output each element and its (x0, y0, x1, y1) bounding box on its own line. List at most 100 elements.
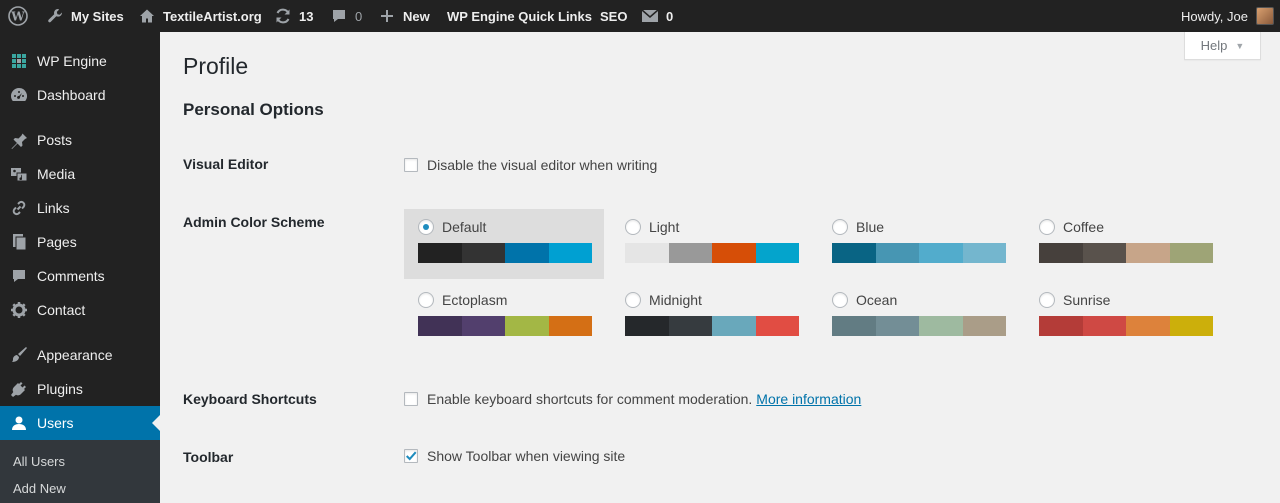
keyboard-shortcuts-checkbox[interactable] (404, 392, 418, 406)
my-sites-menu[interactable]: My Sites (45, 0, 124, 32)
messages-menu[interactable]: 0 (640, 0, 673, 32)
color-scheme-sunrise[interactable]: Sunrise (1025, 282, 1225, 352)
sidebar-item-pages[interactable]: Pages (0, 225, 160, 259)
howdy-label: Howdy, Joe (1181, 8, 1248, 24)
sidebar-item-label: Media (37, 166, 76, 182)
color-swatch (919, 316, 963, 336)
site-name-label: TextileArtist.org (163, 8, 262, 24)
comment-bubble-icon (329, 6, 349, 26)
color-swatch (962, 316, 1006, 336)
keyboard-shortcuts-label: Keyboard Shortcuts (183, 391, 317, 407)
sidebar-item-plugins[interactable]: Plugins (0, 372, 160, 406)
radio-coffee[interactable] (1039, 219, 1055, 235)
account-menu[interactable]: Howdy, Joe (1181, 0, 1274, 32)
sidebar-item-contact[interactable]: Contact (0, 293, 160, 327)
color-swatch (1169, 243, 1213, 263)
plus-icon (377, 6, 397, 26)
color-swatch (712, 316, 756, 336)
wordpress-logo-menu[interactable]: W (8, 0, 28, 32)
envelope-icon (640, 6, 660, 26)
visual-editor-option[interactable]: Disable the visual editor when writing (404, 157, 657, 173)
color-scheme-ectoplasm[interactable]: Ectoplasm (404, 282, 604, 352)
scheme-name: Coffee (1063, 219, 1104, 235)
toolbar-option[interactable]: Show Toolbar when viewing site (404, 448, 625, 464)
sidebar-item-label: Plugins (37, 381, 83, 397)
updates-count: 13 (299, 8, 314, 24)
refresh-icon (273, 6, 293, 26)
seo-label: SEO (600, 8, 628, 24)
radio-blue[interactable] (832, 219, 848, 235)
toolbar-checkbox[interactable] (404, 449, 418, 463)
sidebar-item-dashboard[interactable]: Dashboard (0, 78, 160, 112)
color-scheme-default[interactable]: Default (404, 209, 604, 279)
sidebar-item-links[interactable]: Links (0, 191, 160, 225)
color-swatch (1169, 316, 1213, 336)
submenu-all-users[interactable]: All Users (13, 454, 65, 469)
color-swatch (1082, 243, 1126, 263)
page-title: Profile (183, 53, 249, 79)
radio-ectoplasm[interactable] (418, 292, 434, 308)
color-scheme-midnight[interactable]: Midnight (611, 282, 811, 352)
scheme-swatches (418, 243, 592, 263)
user-icon (9, 413, 29, 433)
color-scheme-ocean[interactable]: Ocean (818, 282, 1018, 352)
scheme-swatches (1039, 243, 1213, 263)
pin-icon (9, 130, 29, 150)
color-swatch (668, 243, 712, 263)
visual-editor-checkbox[interactable] (404, 158, 418, 172)
admin-toolbar: W My Sites TextileArtist.org 13 0 New WP… (0, 0, 1280, 32)
new-label: New (403, 8, 430, 24)
updates-menu[interactable]: 13 (273, 0, 313, 32)
color-swatch (625, 316, 669, 336)
site-name-menu[interactable]: TextileArtist.org (137, 0, 262, 32)
color-swatch (505, 316, 549, 336)
color-scheme-blue[interactable]: Blue (818, 209, 1018, 279)
color-swatch (505, 243, 549, 263)
sidebar-item-label: Contact (37, 302, 86, 318)
color-swatch (832, 243, 876, 263)
radio-default[interactable] (418, 219, 434, 235)
help-label: Help (1200, 38, 1228, 53)
comments-menu[interactable]: 0 (329, 0, 362, 32)
toolbar-option-label: Show Toolbar when viewing site (427, 448, 626, 464)
sidebar-item-label: Users (37, 415, 74, 431)
users-submenu: All Users Add New (0, 440, 160, 503)
color-scheme-coffee[interactable]: Coffee (1025, 209, 1225, 279)
color-swatch (1126, 243, 1170, 263)
radio-sunrise[interactable] (1039, 292, 1055, 308)
sidebar-item-posts[interactable]: Posts (0, 123, 160, 157)
dashboard-icon (9, 85, 29, 105)
radio-ocean[interactable] (832, 292, 848, 308)
sidebar-item-appearance[interactable]: Appearance (0, 338, 160, 372)
radio-midnight[interactable] (625, 292, 641, 308)
color-swatch (548, 243, 592, 263)
seo-menu[interactable]: SEO (600, 0, 627, 32)
sidebar-item-users[interactable]: Users (0, 406, 160, 440)
color-swatch (712, 243, 756, 263)
color-scheme-light[interactable]: Light (611, 209, 811, 279)
submenu-add-new[interactable]: Add New (13, 481, 66, 496)
home-icon (137, 6, 157, 26)
radio-light[interactable] (625, 219, 641, 235)
new-content-menu[interactable]: New (377, 0, 430, 32)
keyboard-shortcuts-option[interactable]: Enable keyboard shortcuts for comment mo… (404, 391, 861, 407)
scheme-name: Light (649, 219, 680, 235)
brush-icon (9, 345, 29, 365)
grid-icon (9, 51, 29, 71)
quick-links-label: WP Engine Quick Links (447, 8, 592, 24)
sidebar-item-media[interactable]: Media (0, 157, 160, 191)
admin-sidebar: WP Engine Dashboard Posts Media Links Pa… (0, 32, 160, 503)
color-swatch (548, 316, 592, 336)
avatar (1255, 7, 1274, 25)
sidebar-item-label: Links (37, 200, 70, 216)
color-swatch (875, 316, 919, 336)
wp-engine-quick-links-menu[interactable]: WP Engine Quick Links (447, 0, 592, 32)
gear-icon (9, 300, 29, 320)
color-swatch (755, 316, 799, 336)
color-swatch (919, 243, 963, 263)
more-information-link[interactable]: More information (756, 391, 861, 407)
sidebar-item-comments[interactable]: Comments (0, 259, 160, 293)
help-tab-button[interactable]: Help ▼ (1184, 32, 1261, 60)
color-swatch (668, 316, 712, 336)
sidebar-item-wp-engine[interactable]: WP Engine (0, 44, 160, 78)
